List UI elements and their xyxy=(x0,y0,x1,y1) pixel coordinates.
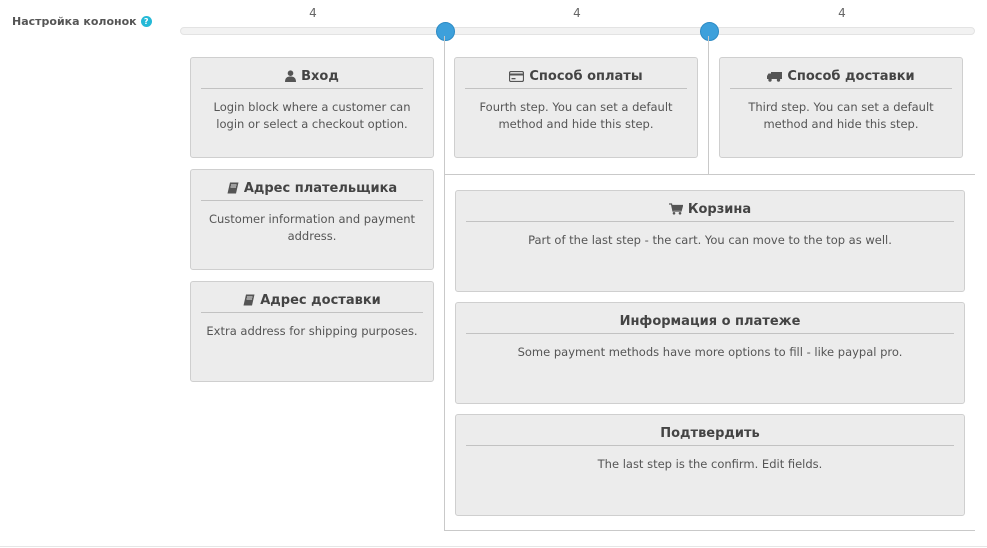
panel-cart[interactable]: Корзина Part of the last step - the cart… xyxy=(455,190,965,292)
panel-shipping-address-header: Адрес доставки xyxy=(201,288,423,313)
panel-confirm-header: Подтвердить xyxy=(466,421,954,446)
panel-payment-method[interactable]: Способ оплаты Fourth step. You can set a… xyxy=(454,57,698,158)
column-settings-text: Настройка колонок xyxy=(12,15,137,28)
panel-confirm[interactable]: Подтвердить The last step is the confirm… xyxy=(455,414,965,516)
row-divider xyxy=(444,174,975,175)
page-bottom-divider xyxy=(0,546,987,547)
panel-shipping-address-description: Extra address for shipping purposes. xyxy=(206,324,418,338)
user-icon xyxy=(285,70,297,82)
area-bottom-border xyxy=(444,530,975,531)
panel-cart-title: Корзина xyxy=(687,201,752,217)
credit-card-icon xyxy=(509,70,525,82)
column-1-width: 4 xyxy=(309,6,317,20)
book-icon xyxy=(227,182,239,194)
column-settings-label: Настройка колонок ? xyxy=(12,15,152,28)
panel-login-header: Вход xyxy=(201,64,423,89)
panel-payment-address-header: Адрес плательщика xyxy=(201,176,423,201)
column-3-width: 4 xyxy=(838,6,846,20)
panel-login-title: Вход xyxy=(301,68,339,84)
column-slider-track[interactable] xyxy=(180,27,975,35)
panel-payment-method-header: Способ оплаты xyxy=(465,64,687,89)
panel-payment-info-description: Some payment methods have more options t… xyxy=(517,345,903,359)
panel-shipping-address[interactable]: Адрес доставки Extra address for shippin… xyxy=(190,281,434,382)
panel-confirm-title: Подтвердить xyxy=(660,425,760,441)
column-2-width: 4 xyxy=(573,6,581,20)
column-slider-handle-1[interactable] xyxy=(436,22,455,41)
panel-payment-info[interactable]: Информация о платеже Some payment method… xyxy=(455,302,965,404)
book-icon xyxy=(243,294,255,306)
panel-shipping-method-description: Third step. You can set a default method… xyxy=(748,100,934,131)
panel-payment-info-header: Информация о платеже xyxy=(466,309,954,334)
panel-shipping-method-header: Способ доставки xyxy=(730,64,952,89)
panel-shipping-method[interactable]: Способ доставки Third step. You can set … xyxy=(719,57,963,158)
help-icon[interactable]: ? xyxy=(140,16,152,27)
panel-cart-description: Part of the last step - the cart. You ca… xyxy=(528,233,892,247)
panel-payment-address-title: Адрес плательщика xyxy=(243,180,398,196)
panel-confirm-description: The last step is the confirm. Edit field… xyxy=(597,457,823,471)
panel-cart-header: Корзина xyxy=(466,197,954,222)
panel-shipping-address-title: Адрес доставки xyxy=(260,292,381,308)
panel-login[interactable]: Вход Login block where a customer can lo… xyxy=(190,57,434,158)
panel-shipping-method-title: Способ доставки xyxy=(787,68,915,84)
panel-payment-address[interactable]: Адрес плательщика Customer information a… xyxy=(190,169,434,270)
column-divider-1 xyxy=(444,36,445,531)
column-divider-2 xyxy=(708,36,709,174)
panel-login-description: Login block where a customer can login o… xyxy=(213,100,411,131)
panel-payment-address-description: Customer information and payment address… xyxy=(208,212,416,243)
panel-payment-method-title: Способ оплаты xyxy=(529,68,643,84)
panel-payment-info-title: Информация о платеже xyxy=(619,313,801,329)
panel-payment-method-description: Fourth step. You can set a default metho… xyxy=(479,100,673,131)
column-slider-handle-2[interactable] xyxy=(700,22,719,41)
truck-icon xyxy=(767,71,783,82)
cart-icon xyxy=(668,203,683,215)
